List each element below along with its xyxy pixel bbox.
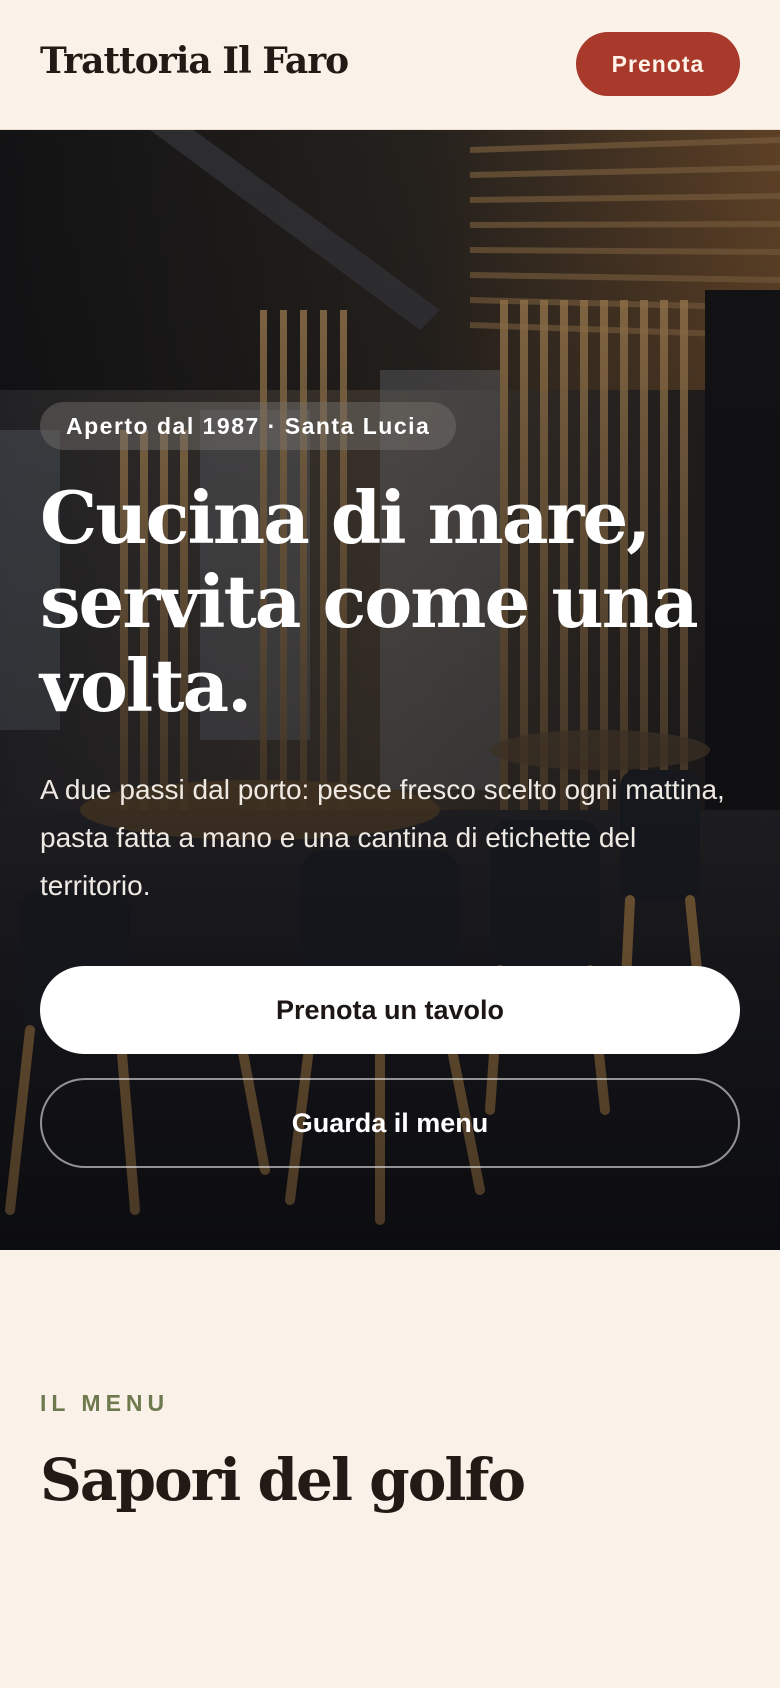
menu-section: IL MENU Sapori del golfo <box>0 1250 780 1688</box>
book-button[interactable]: Prenota <box>576 32 740 96</box>
section-eyebrow: IL MENU <box>40 1390 170 1416</box>
brand-logo[interactable]: Trattoria Il Faro <box>40 40 349 82</box>
view-menu-button[interactable]: Guarda il menu <box>40 1078 740 1168</box>
book-table-button[interactable]: Prenota un tavolo <box>40 966 740 1054</box>
hero-subtitle: A due passi dal porto: pesce fresco scel… <box>40 774 725 901</box>
established-badge: Aperto dal 1987 · Santa Lucia <box>40 402 457 450</box>
site-header: Trattoria Il Faro Prenota <box>0 0 780 130</box>
hero-title: Cucina di mare, servita come una volta. <box>40 475 699 728</box>
section-title: Sapori del golfo <box>40 1446 526 1514</box>
hero-section: Aperto dal 1987 · Santa Lucia Cucina di … <box>0 130 780 1250</box>
